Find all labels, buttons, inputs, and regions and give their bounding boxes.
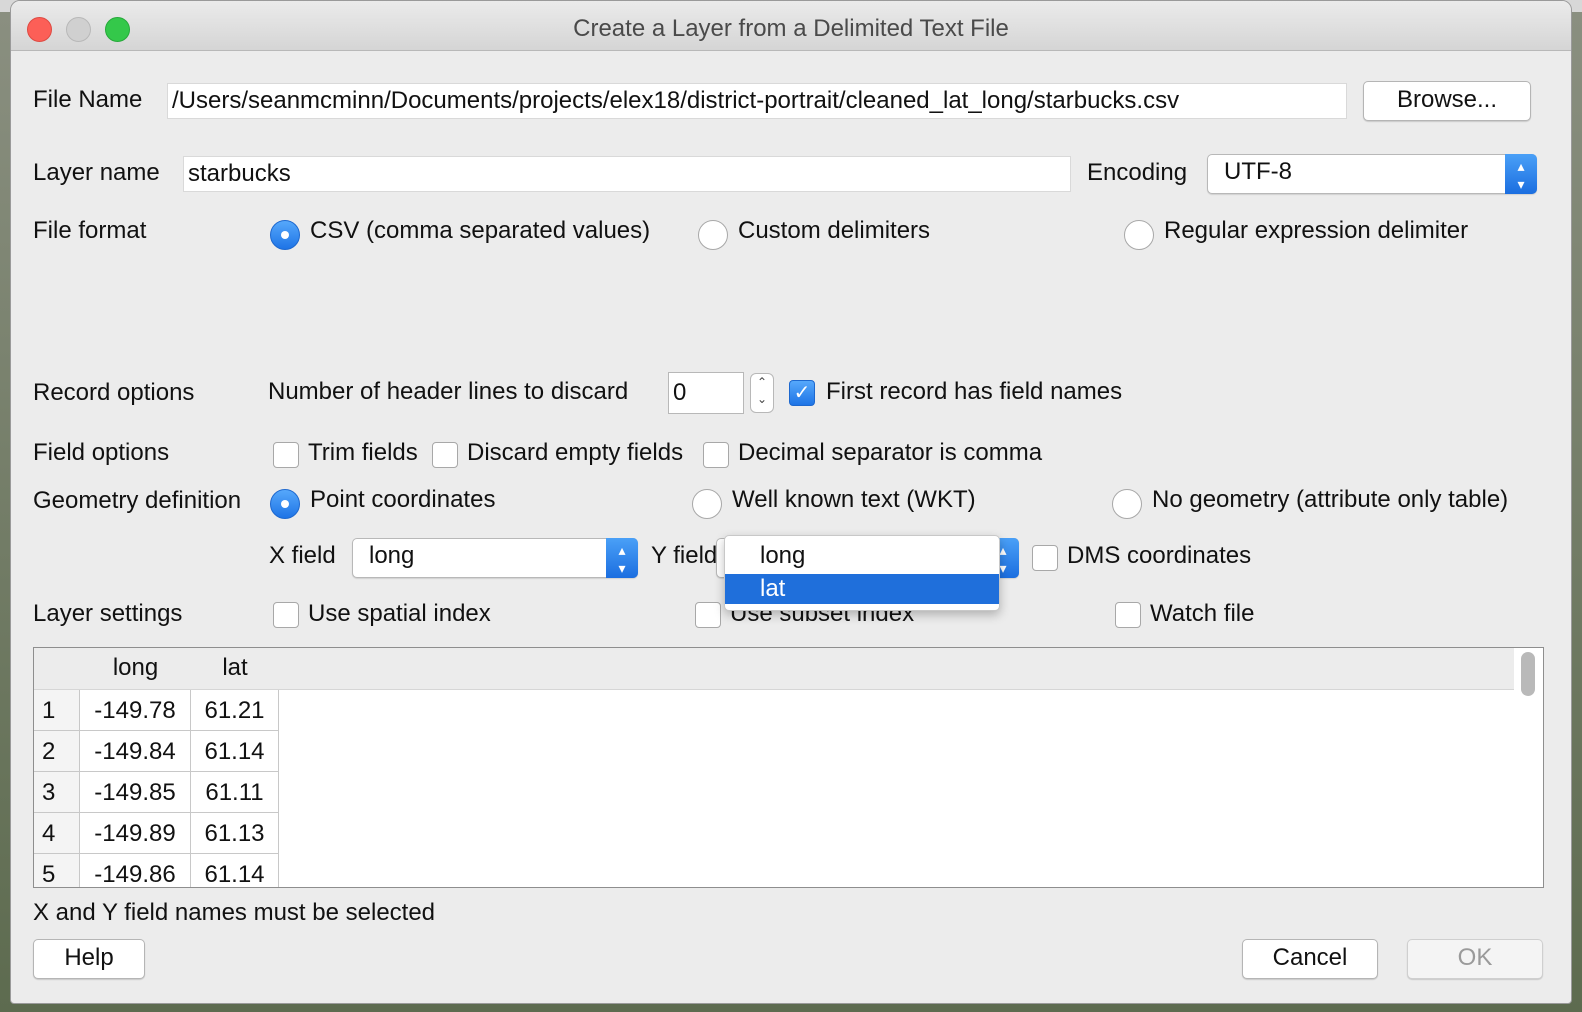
layer-settings-label: Layer settings xyxy=(33,600,183,627)
regex-delimiter-radio[interactable] xyxy=(1124,220,1154,250)
row-number: 4 xyxy=(34,813,80,854)
ok-button[interactable]: OK xyxy=(1407,939,1543,979)
x-field-label: X field xyxy=(269,542,336,569)
point-coordinates-label: Point coordinates xyxy=(310,486,496,513)
select-arrows-icon: ▴ ▾ xyxy=(606,538,638,578)
table-header: long lat xyxy=(34,648,1514,690)
encoding-value: UTF-8 xyxy=(1224,158,1292,185)
file-format-label: File format xyxy=(33,217,147,244)
x-field-select[interactable]: long ▴ ▾ xyxy=(352,538,638,578)
select-arrows-icon: ▴ ▾ xyxy=(1505,154,1537,194)
title-bar: Create a Layer from a Delimited Text Fil… xyxy=(11,1,1571,51)
y-field-option-lat[interactable]: lat xyxy=(725,574,999,604)
point-coordinates-radio[interactable] xyxy=(270,489,300,519)
row-number: 1 xyxy=(34,690,80,731)
header-lines-label: Number of header lines to discard xyxy=(268,378,629,405)
wkt-radio[interactable] xyxy=(692,489,722,519)
table-cell: -149.86 xyxy=(80,854,191,887)
spatial-index-label: Use spatial index xyxy=(308,600,491,627)
table-cell: 61.14 xyxy=(191,731,279,772)
y-field-dropdown: long lat xyxy=(724,535,1000,611)
window-title: Create a Layer from a Delimited Text Fil… xyxy=(573,15,1009,42)
table-cell: 61.21 xyxy=(191,690,279,731)
file-name-input[interactable]: /Users/seanmcminn/Documents/projects/ele… xyxy=(167,83,1347,119)
browse-button[interactable]: Browse... xyxy=(1363,81,1531,121)
table-cell: -149.89 xyxy=(80,813,191,854)
column-header-long[interactable]: long xyxy=(80,648,191,690)
decimal-comma-label: Decimal separator is comma xyxy=(738,439,1043,466)
help-button[interactable]: Help xyxy=(33,939,145,979)
encoding-label: Encoding xyxy=(1087,159,1188,186)
table-cell: 61.11 xyxy=(191,772,279,813)
dms-coordinates-checkbox[interactable] xyxy=(1032,545,1058,571)
dialog-window: Create a Layer from a Delimited Text Fil… xyxy=(10,0,1572,1004)
table-cell: 61.14 xyxy=(191,854,279,887)
row-number: 3 xyxy=(34,772,80,813)
header-lines-input[interactable]: 0 xyxy=(668,372,744,414)
discard-empty-checkbox[interactable] xyxy=(432,442,458,468)
dms-coordinates-label: DMS coordinates xyxy=(1067,542,1252,569)
regex-delimiter-label: Regular expression delimiter xyxy=(1164,217,1469,244)
csv-radio-label: CSV (comma separated values) xyxy=(310,217,651,244)
first-record-checkbox[interactable]: ✓ xyxy=(789,380,815,406)
trim-fields-label: Trim fields xyxy=(308,439,418,466)
decimal-comma-checkbox[interactable] xyxy=(703,442,729,468)
preview-table: long lat 1 -149.78 61.21 2 -149.84 61.14… xyxy=(33,647,1544,888)
x-field-value: long xyxy=(369,542,415,569)
table-cell: 61.13 xyxy=(191,813,279,854)
spatial-index-checkbox[interactable] xyxy=(273,602,299,628)
status-message: X and Y field names must be selected xyxy=(33,899,436,926)
watch-file-label: Watch file xyxy=(1150,600,1255,627)
y-field-option-long[interactable]: long xyxy=(725,541,999,571)
watch-file-checkbox[interactable] xyxy=(1115,602,1141,628)
no-geometry-radio[interactable] xyxy=(1112,489,1142,519)
subset-index-checkbox[interactable] xyxy=(695,602,721,628)
y-field-label: Y field xyxy=(651,542,718,569)
file-name-label: File Name xyxy=(33,86,143,113)
layer-name-input[interactable]: starbucks xyxy=(183,156,1071,192)
row-number: 5 xyxy=(34,854,80,887)
wkt-label: Well known text (WKT) xyxy=(732,486,976,513)
trim-fields-checkbox[interactable] xyxy=(273,442,299,468)
column-header-lat[interactable]: lat xyxy=(191,648,279,690)
custom-delimiters-radio[interactable] xyxy=(698,220,728,250)
discard-empty-label: Discard empty fields xyxy=(467,439,684,466)
row-number: 2 xyxy=(34,731,80,772)
record-options-label: Record options xyxy=(33,379,195,406)
table-cell: -149.84 xyxy=(80,731,191,772)
geometry-definition-label: Geometry definition xyxy=(33,487,242,514)
custom-delimiters-label: Custom delimiters xyxy=(738,217,931,244)
csv-radio[interactable] xyxy=(270,220,300,250)
field-options-label: Field options xyxy=(33,439,170,466)
first-record-label: First record has field names xyxy=(826,378,1123,405)
header-lines-stepper[interactable]: ⌃ ⌄ xyxy=(750,373,774,413)
table-scrollbar[interactable] xyxy=(1521,652,1535,696)
layer-name-label: Layer name xyxy=(33,159,160,186)
encoding-select[interactable]: UTF-8 ▴ ▾ xyxy=(1207,154,1537,194)
cancel-button[interactable]: Cancel xyxy=(1242,939,1378,979)
table-cell: -149.78 xyxy=(80,690,191,731)
table-cell: -149.85 xyxy=(80,772,191,813)
no-geometry-label: No geometry (attribute only table) xyxy=(1152,486,1509,513)
